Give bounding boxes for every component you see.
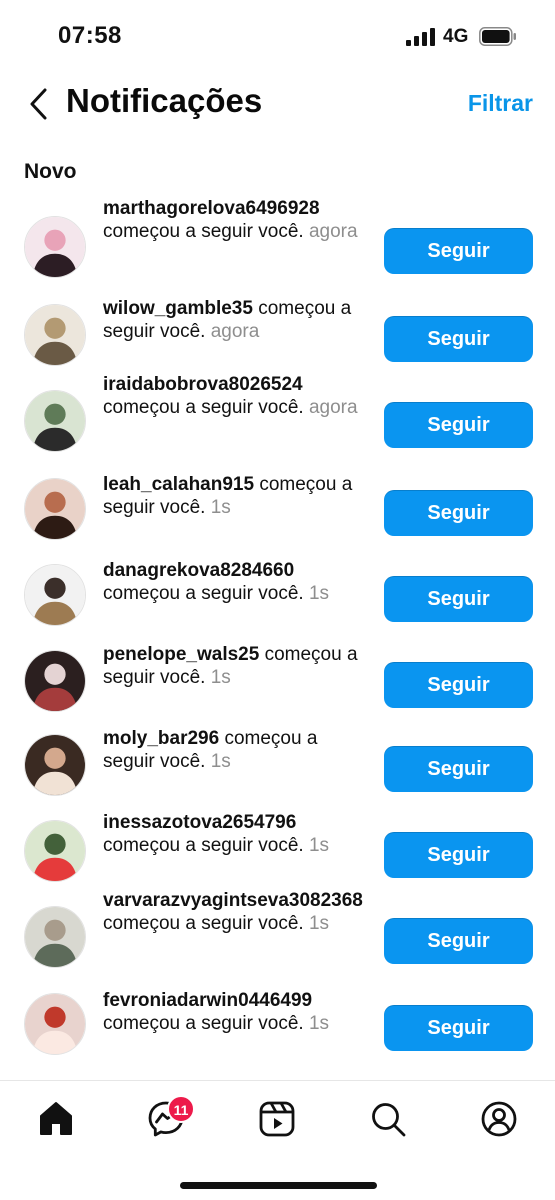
notification-text: inessazotova2654796 começou a seguir voc… (103, 811, 368, 857)
notification-action: começou a seguir você. (103, 913, 304, 934)
notification-text: danagrekova8284660 começou a seguir você… (103, 559, 368, 605)
tab-profile[interactable] (479, 1099, 519, 1139)
notification-text: wilow_gamble35 começou a seguir você. ag… (103, 297, 368, 343)
home-icon (40, 1102, 72, 1135)
signal-icon (406, 28, 435, 46)
notification-time: 1s (308, 1013, 330, 1034)
follow-button[interactable]: Seguir (384, 402, 533, 448)
network-label: 4G (443, 26, 469, 47)
notification-text: marthagorelova6496928 começou a seguir v… (103, 197, 368, 243)
follow-button[interactable]: Seguir (384, 662, 533, 708)
follow-button[interactable]: Seguir (384, 918, 533, 964)
follow-button[interactable]: Seguir (384, 228, 533, 274)
avatar[interactable] (24, 993, 86, 1055)
username[interactable]: iraidabobrova8026524 (103, 374, 303, 395)
notification-row[interactable]: danagrekova8284660 começou a seguir você… (0, 560, 555, 650)
notification-text: varvarazvyagintseva3082368 começou a seg… (103, 889, 368, 935)
notification-time: 1s (210, 497, 231, 518)
avatar[interactable] (24, 304, 86, 366)
avatar[interactable] (24, 650, 86, 712)
tab-reels[interactable] (257, 1099, 297, 1139)
username[interactable]: inessazotova2654796 (103, 812, 296, 833)
status-time: 07:58 (58, 22, 122, 49)
follow-button[interactable]: Seguir (384, 832, 533, 878)
username[interactable]: danagrekova8284660 (103, 560, 294, 581)
notification-row[interactable]: penelope_wals25 começou a seguir você. 1… (0, 644, 555, 736)
follow-button[interactable]: Seguir (384, 576, 533, 622)
notification-time: agora (308, 397, 358, 418)
notification-time: 1s (210, 667, 231, 688)
notification-action: começou a seguir você. (103, 835, 304, 856)
username[interactable]: varvarazvyagintseva3082368 (103, 890, 363, 911)
notification-time: agora (210, 321, 260, 342)
notification-text: leah_calahan915 começou a seguir você. 1… (103, 473, 368, 519)
avatar[interactable] (24, 820, 86, 882)
header: Notificações Filtrar (0, 80, 555, 130)
follow-button[interactable]: Seguir (384, 316, 533, 362)
messages-badge: 11 (167, 1095, 195, 1123)
notification-time: 1s (308, 913, 330, 934)
avatar[interactable] (24, 564, 86, 626)
username[interactable]: penelope_wals25 (103, 644, 259, 665)
notification-action: começou a seguir você. (103, 1013, 304, 1034)
battery-icon (479, 27, 516, 46)
search-icon (372, 1103, 406, 1137)
notification-action: começou a seguir você. (103, 583, 304, 604)
home-indicator (180, 1182, 377, 1189)
notification-row[interactable]: moly_bar296 começou a seguir você. 1s Seg… (0, 728, 555, 820)
notification-row[interactable]: fevroniadarwin0446499 começou a seguir v… (0, 990, 555, 1079)
avatar[interactable] (24, 906, 86, 968)
notification-time: agora (308, 221, 358, 242)
username[interactable]: marthagorelova6496928 (103, 198, 320, 219)
notification-action: começou a seguir você. (103, 397, 304, 418)
avatar[interactable] (24, 216, 86, 278)
status-bar: 07:58 4G (0, 0, 555, 70)
avatar[interactable] (24, 478, 86, 540)
notification-row[interactable]: iraidabobrova8026524 começou a seguir vo… (0, 374, 555, 476)
filter-button[interactable]: Filtrar (468, 90, 533, 117)
tab-search[interactable] (368, 1099, 408, 1139)
notification-text: penelope_wals25 começou a seguir você. 1… (103, 643, 368, 689)
follow-button[interactable]: Seguir (384, 490, 533, 536)
page-title: Notificações (66, 82, 263, 119)
follow-button[interactable]: Seguir (384, 1005, 533, 1051)
notification-action: começou a seguir você. (103, 221, 304, 242)
notification-row[interactable]: marthagorelova6496928 começou a seguir v… (0, 198, 555, 302)
notification-row[interactable]: leah_calahan915 começou a seguir você. 1… (0, 474, 555, 564)
back-chevron-icon[interactable] (26, 86, 54, 122)
notification-row[interactable]: varvarazvyagintseva3082368 começou a seg… (0, 890, 555, 992)
notification-text: fevroniadarwin0446499 começou a seguir v… (103, 989, 368, 1035)
notification-time: 1s (308, 835, 330, 856)
notification-text: iraidabobrova8026524 começou a seguir vo… (103, 373, 368, 419)
notification-time: 1s (308, 583, 330, 604)
username[interactable]: moly_bar296 (103, 728, 219, 749)
follow-button[interactable]: Seguir (384, 746, 533, 792)
section-label-new: Novo (24, 160, 77, 183)
tab-home[interactable] (36, 1099, 76, 1139)
username[interactable]: wilow_gamble35 (103, 298, 253, 319)
username[interactable]: fevroniadarwin0446499 (103, 990, 312, 1011)
profile-icon (481, 1101, 517, 1137)
reels-icon (259, 1101, 295, 1137)
notification-time: 1s (210, 751, 231, 772)
notification-text: moly_bar296 começou a seguir você. 1s (103, 727, 368, 773)
username[interactable]: leah_calahan915 (103, 474, 254, 495)
avatar[interactable] (24, 390, 86, 452)
avatar[interactable] (24, 734, 86, 796)
